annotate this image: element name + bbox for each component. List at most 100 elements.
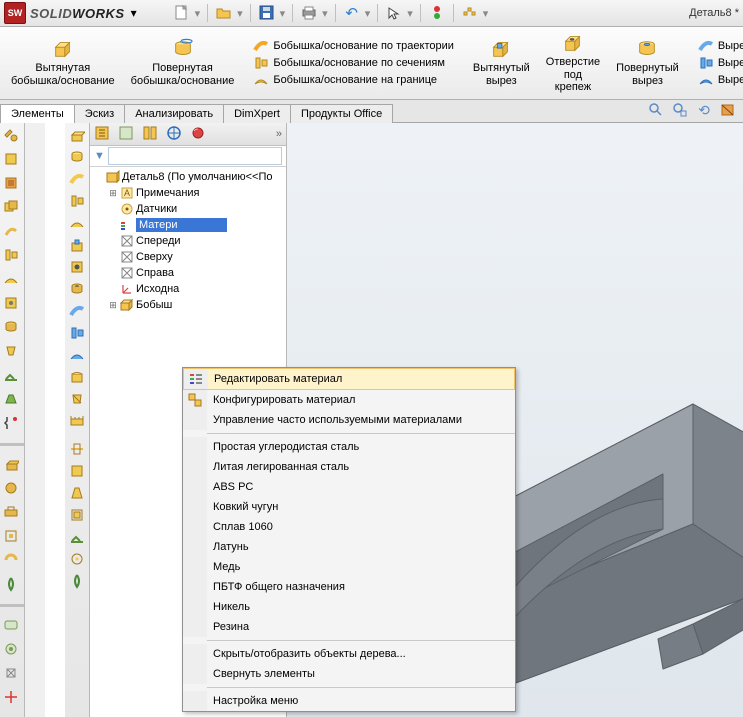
tool-icon[interactable] <box>69 171 85 187</box>
tool-icon[interactable] <box>3 199 21 217</box>
tree-annotations[interactable]: ⊞AПримечания <box>90 185 286 201</box>
tab-evaluate[interactable]: Анализировать <box>124 104 224 123</box>
tree-top-plane[interactable]: Сверху <box>90 249 286 265</box>
boundary-cut-button[interactable]: Вырез по гр <box>698 72 743 88</box>
tool-icon[interactable] <box>3 456 21 474</box>
fm-tab-icon[interactable] <box>94 125 112 143</box>
tool-icon[interactable] <box>3 415 21 433</box>
extrude-cut-button[interactable]: Вытянутый вырез <box>466 29 537 97</box>
tool-icon[interactable] <box>3 247 21 265</box>
tab-office[interactable]: Продукты Office <box>290 104 393 123</box>
tree-boss-feature[interactable]: ⊞Бобыш <box>90 297 286 313</box>
tool-icon[interactable] <box>3 319 21 337</box>
tree-material[interactable]: Матери <box>90 217 286 233</box>
dim-tab-icon[interactable] <box>166 125 184 143</box>
tool-icon[interactable] <box>69 149 85 165</box>
ctx-material-item[interactable]: ПБТФ общего назначения <box>183 577 515 597</box>
panel-expand-icon[interactable]: » <box>276 128 282 140</box>
ctx-edit-material[interactable]: Редактировать материал <box>183 368 515 390</box>
render-tab-icon[interactable] <box>190 125 208 143</box>
tool-icon[interactable] <box>69 413 85 429</box>
sweep-boss-button[interactable]: Бобышка/основание по траектории <box>253 38 454 54</box>
ctx-material-item[interactable]: Никель <box>183 597 515 617</box>
tool-icon[interactable] <box>69 259 85 275</box>
tool-icon[interactable] <box>69 193 85 209</box>
tool-icon[interactable] <box>69 391 85 407</box>
tool-icon[interactable] <box>3 504 21 522</box>
loft-cut-button[interactable]: Вырез по се <box>698 55 743 71</box>
tab-sketch[interactable]: Эскиз <box>74 104 125 123</box>
sweep-cut-button[interactable]: Вырез по тр <box>698 38 743 54</box>
undo-icon[interactable]: ↶ <box>343 4 361 22</box>
ctx-material-item[interactable]: Латунь <box>183 537 515 557</box>
tool-icon[interactable] <box>69 369 85 385</box>
tool-icon[interactable] <box>69 529 85 545</box>
ctx-material-item[interactable]: Литая легированная сталь <box>183 457 515 477</box>
tool-icon[interactable] <box>69 507 85 523</box>
tool-icon[interactable] <box>69 237 85 253</box>
tree-origin[interactable]: Исходна <box>90 281 286 297</box>
tool-icon[interactable] <box>69 215 85 231</box>
ctx-material-item[interactable]: Ковкий чугун <box>183 497 515 517</box>
ctx-manage-favorites[interactable]: Управление часто используемыми материала… <box>183 410 515 430</box>
ctx-hide-show-tree[interactable]: Скрыть/отобразить объекты дерева... <box>183 644 515 664</box>
pm-tab-icon[interactable] <box>118 125 136 143</box>
tool-icon[interactable] <box>69 485 85 501</box>
tool-icon[interactable] <box>3 665 21 683</box>
tool-icon[interactable] <box>3 617 21 635</box>
zoom-fit-icon[interactable] <box>647 101 665 119</box>
tool-icon[interactable] <box>69 441 85 457</box>
tool-icon[interactable] <box>69 551 85 567</box>
filter-input[interactable] <box>108 147 282 165</box>
loft-boss-button[interactable]: Бобышка/основание по сечениям <box>253 55 454 71</box>
tree-front-plane[interactable]: Спереди <box>90 233 286 249</box>
tool-icon[interactable] <box>69 463 85 479</box>
tool-icon[interactable] <box>3 151 21 169</box>
dropdown-icon[interactable]: ▾ <box>125 4 143 22</box>
tool-icon[interactable] <box>3 367 21 385</box>
tool-icon[interactable] <box>3 223 21 241</box>
tree-root[interactable]: Деталь8 (По умолчанию<<По <box>90 169 286 185</box>
tool-icon[interactable] <box>69 347 85 363</box>
section-view-icon[interactable] <box>719 101 737 119</box>
tool-icon[interactable] <box>3 271 21 289</box>
boundary-boss-button[interactable]: Бобышка/основание на границе <box>253 72 454 88</box>
ctx-material-item[interactable]: ABS PC <box>183 477 515 497</box>
select-icon[interactable] <box>385 4 403 22</box>
new-doc-icon[interactable] <box>173 4 191 22</box>
tool-icon[interactable] <box>3 127 21 145</box>
cm-tab-icon[interactable] <box>142 125 160 143</box>
tool-icon[interactable] <box>69 281 85 297</box>
save-icon[interactable] <box>258 4 276 22</box>
revolve-cut-button[interactable]: Повернутый вырез <box>609 29 686 97</box>
ctx-collapse-items[interactable]: Свернуть элементы <box>183 664 515 684</box>
tool-icon[interactable] <box>3 175 21 193</box>
ctx-material-item[interactable]: Резина <box>183 617 515 637</box>
extrude-boss-button[interactable]: Вытянутая бобышка/основание <box>4 29 122 97</box>
tool-icon[interactable] <box>69 303 85 319</box>
tree-sensors[interactable]: Датчики <box>90 201 286 217</box>
ctx-material-item[interactable]: Медь <box>183 557 515 577</box>
tool-icon[interactable] <box>3 552 21 570</box>
tool-icon[interactable] <box>3 295 21 313</box>
tool-icon[interactable] <box>3 528 21 546</box>
tool-icon[interactable] <box>3 641 21 659</box>
hole-wizard-button[interactable]: Отверстие под крепеж <box>539 29 607 97</box>
tool-icon[interactable] <box>69 127 85 143</box>
tool-icon[interactable] <box>3 343 21 361</box>
rotate-view-icon[interactable]: ⟲ <box>695 101 713 119</box>
options-icon[interactable] <box>461 4 479 22</box>
tool-icon[interactable] <box>69 325 85 341</box>
zoom-area-icon[interactable] <box>671 101 689 119</box>
open-icon[interactable] <box>215 4 233 22</box>
tool-icon[interactable] <box>69 573 85 589</box>
tool-icon[interactable] <box>3 576 21 594</box>
tool-icon[interactable] <box>3 689 21 707</box>
ctx-material-item[interactable]: Простая углеродистая сталь <box>183 437 515 457</box>
tab-features[interactable]: Элементы <box>0 104 75 123</box>
ctx-configure-material[interactable]: Конфигурировать материал <box>183 390 515 410</box>
revolve-boss-button[interactable]: Повернутая бобышка/основание <box>124 29 242 97</box>
ctx-customize-menu[interactable]: Настройка меню <box>183 691 515 711</box>
print-icon[interactable] <box>300 4 318 22</box>
tree-right-plane[interactable]: Справа <box>90 265 286 281</box>
